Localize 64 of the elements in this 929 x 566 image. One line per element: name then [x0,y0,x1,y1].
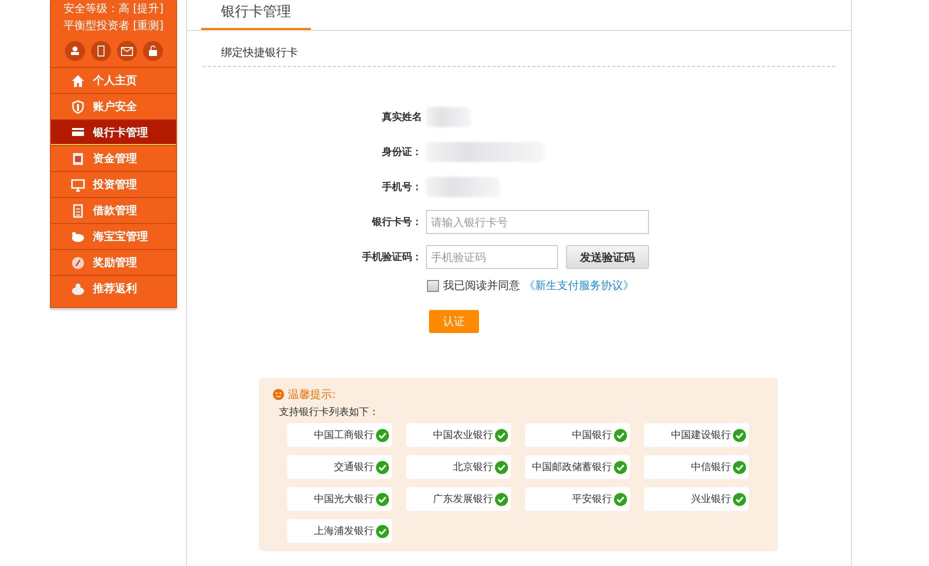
agreement-text: 我已阅读并同意 [443,278,520,293]
check-icon [733,460,746,474]
card-number-field[interactable]: 请输入银行卡号 [426,210,649,234]
sidebar-item[interactable]: 个人主页 [51,67,176,93]
sidebar-item[interactable]: 海宝宝管理 [51,223,176,249]
sidebar-item[interactable]: 奖励管理 [51,249,176,275]
sidebar-item[interactable]: 银行卡管理 [51,119,176,145]
bank-name: 中国建设银行 [671,428,731,442]
monitor-icon [71,178,85,192]
check-icon [614,428,627,442]
phone-icon[interactable] [90,41,110,61]
bank-name: 中国银行 [572,428,612,442]
security-level: 安全等级：高 [提升] [62,1,165,17]
check-icon [495,492,508,506]
sidebar-item[interactable]: 推荐返利 [51,275,176,301]
bank-name: 平安银行 [572,492,612,506]
submit-button[interactable]: 认证 [429,310,479,333]
send-code-button[interactable]: 发送验证码 [566,245,649,269]
smiley-icon [273,389,284,400]
sidebar-item[interactable]: 借款管理 [51,197,176,223]
check-icon [376,428,389,442]
bank-name: 交通银行 [334,460,374,474]
tips-title: 温馨提示: [288,387,336,402]
check-icon [376,492,389,506]
check-icon [495,460,508,474]
bank-name: 中国农业银行 [433,428,493,442]
field-label: 手机验证码： [361,250,423,264]
bank-name: 中国工商银行 [314,428,374,442]
check-icon [495,428,508,442]
sidebar-item[interactable]: 资金管理 [51,145,176,171]
check-icon [614,460,627,474]
agreement-checkbox[interactable] [427,280,439,292]
lock-icon[interactable] [142,41,162,61]
bank-name: 中国邮政储蓄银行 [532,460,612,474]
section-title: 绑定快捷银行卡 [203,45,835,67]
field-label: 身份证： [381,146,423,159]
mail-icon[interactable] [116,41,136,61]
user-icon[interactable] [64,41,84,61]
bank-name: 兴业银行 [691,492,731,506]
tips-subtitle: 支持银行卡列表如下： [279,406,380,419]
agreement-link[interactable]: 《新生支付服务协议》 [524,278,634,293]
field-label: 手机号： [381,180,423,194]
bank-name: 北京银行 [453,460,493,474]
calculator-icon [71,204,85,218]
check-icon [733,492,746,506]
card-icon [71,125,85,139]
check-icon [733,428,746,442]
sidebar-item[interactable]: 投资管理 [51,171,176,197]
verification-code-field[interactable]: 手机验证码 [426,245,558,269]
tab[interactable]: 银行卡管理 [201,0,311,30]
bag-icon [71,282,85,296]
home-icon [71,74,85,88]
check-icon [376,524,389,538]
bank-name: 中国光大银行 [314,492,374,506]
bank-name: 广东发展银行 [433,492,493,506]
bank-name: 中信银行 [691,460,731,474]
check-icon [376,460,389,474]
shield-icon [71,100,85,114]
field-label: 真实姓名 [381,110,423,124]
blurred-value [426,107,471,127]
check-icon [614,492,627,506]
investor-type: 平衡型投资者 [重测] [62,18,165,34]
field-label: 银行卡号： [370,216,423,229]
bank-name: 上海浦发银行 [314,524,374,538]
